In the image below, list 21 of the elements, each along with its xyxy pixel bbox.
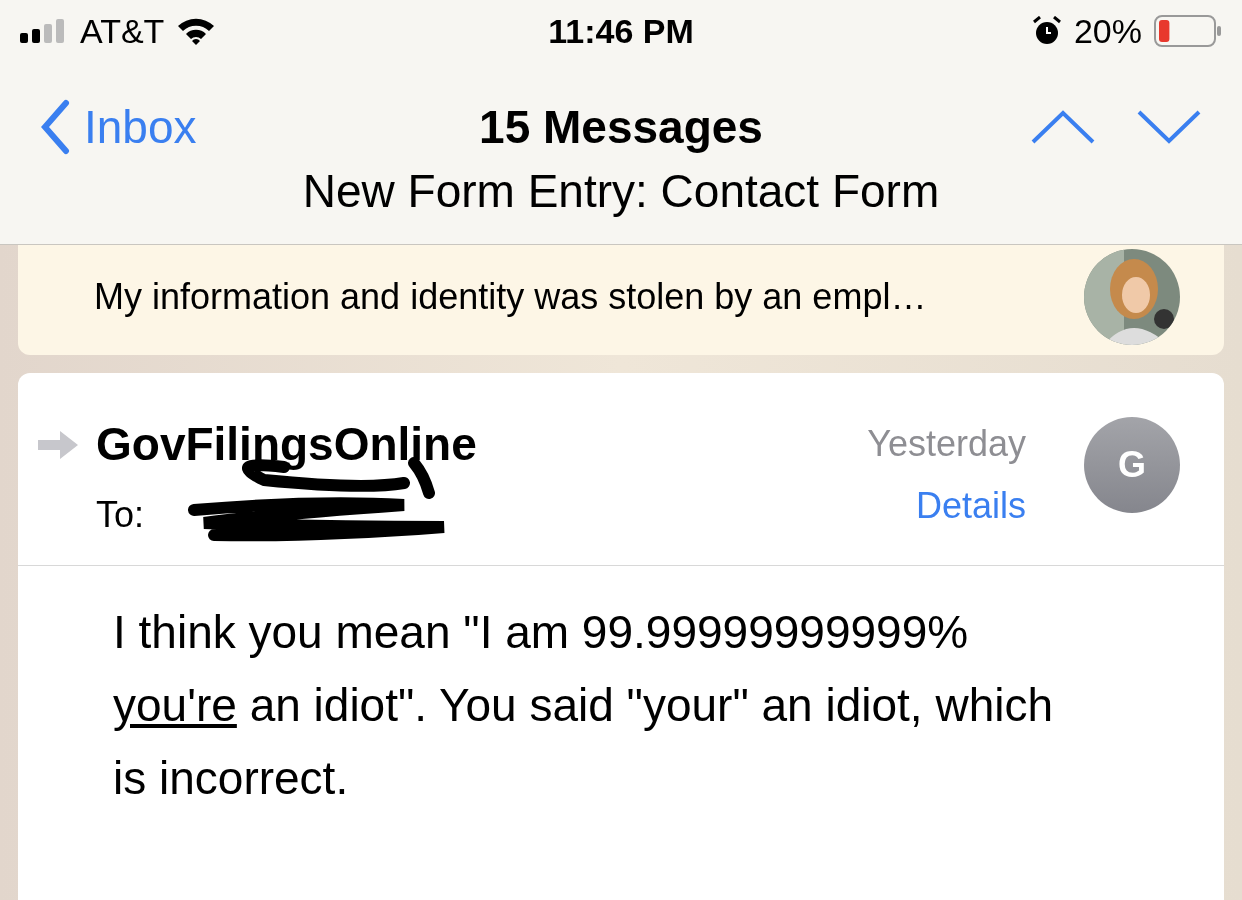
arrow-icon [38,431,78,459]
message-preview: My information and identity was stolen by an empl… [94,276,928,318]
battery-percent: 20% [1073,11,1142,51]
previous-message-button[interactable] [1030,109,1096,145]
sender-name: GovFilingsOnline [96,417,478,471]
next-message-button[interactable] [1136,109,1202,145]
chevron-left-icon [40,99,70,155]
message-body: I think you mean "I am 99.99999999999% you're an idiot". You said "your" an idiot, which is incorrect. [113,605,1054,806]
message-card[interactable]: My information and identity was stolen by an empl… [18,245,1224,355]
message-date: Yesterday [867,423,1026,465]
back-button[interactable]: Inbox [40,99,197,155]
nav-title: 15 Messages [479,100,763,154]
message-subject: New Form Entry: Contact Form [302,164,940,219]
sender-avatar: G [1084,417,1180,513]
alarm-icon [1031,16,1062,46]
to-label: To: [96,494,145,536]
battery-icon [1154,15,1222,47]
wifi-icon [176,17,217,45]
carrier-name: AT&T [80,11,165,51]
clock-time: 11:46 PM [548,11,694,51]
details-link[interactable]: Details [915,485,1026,527]
